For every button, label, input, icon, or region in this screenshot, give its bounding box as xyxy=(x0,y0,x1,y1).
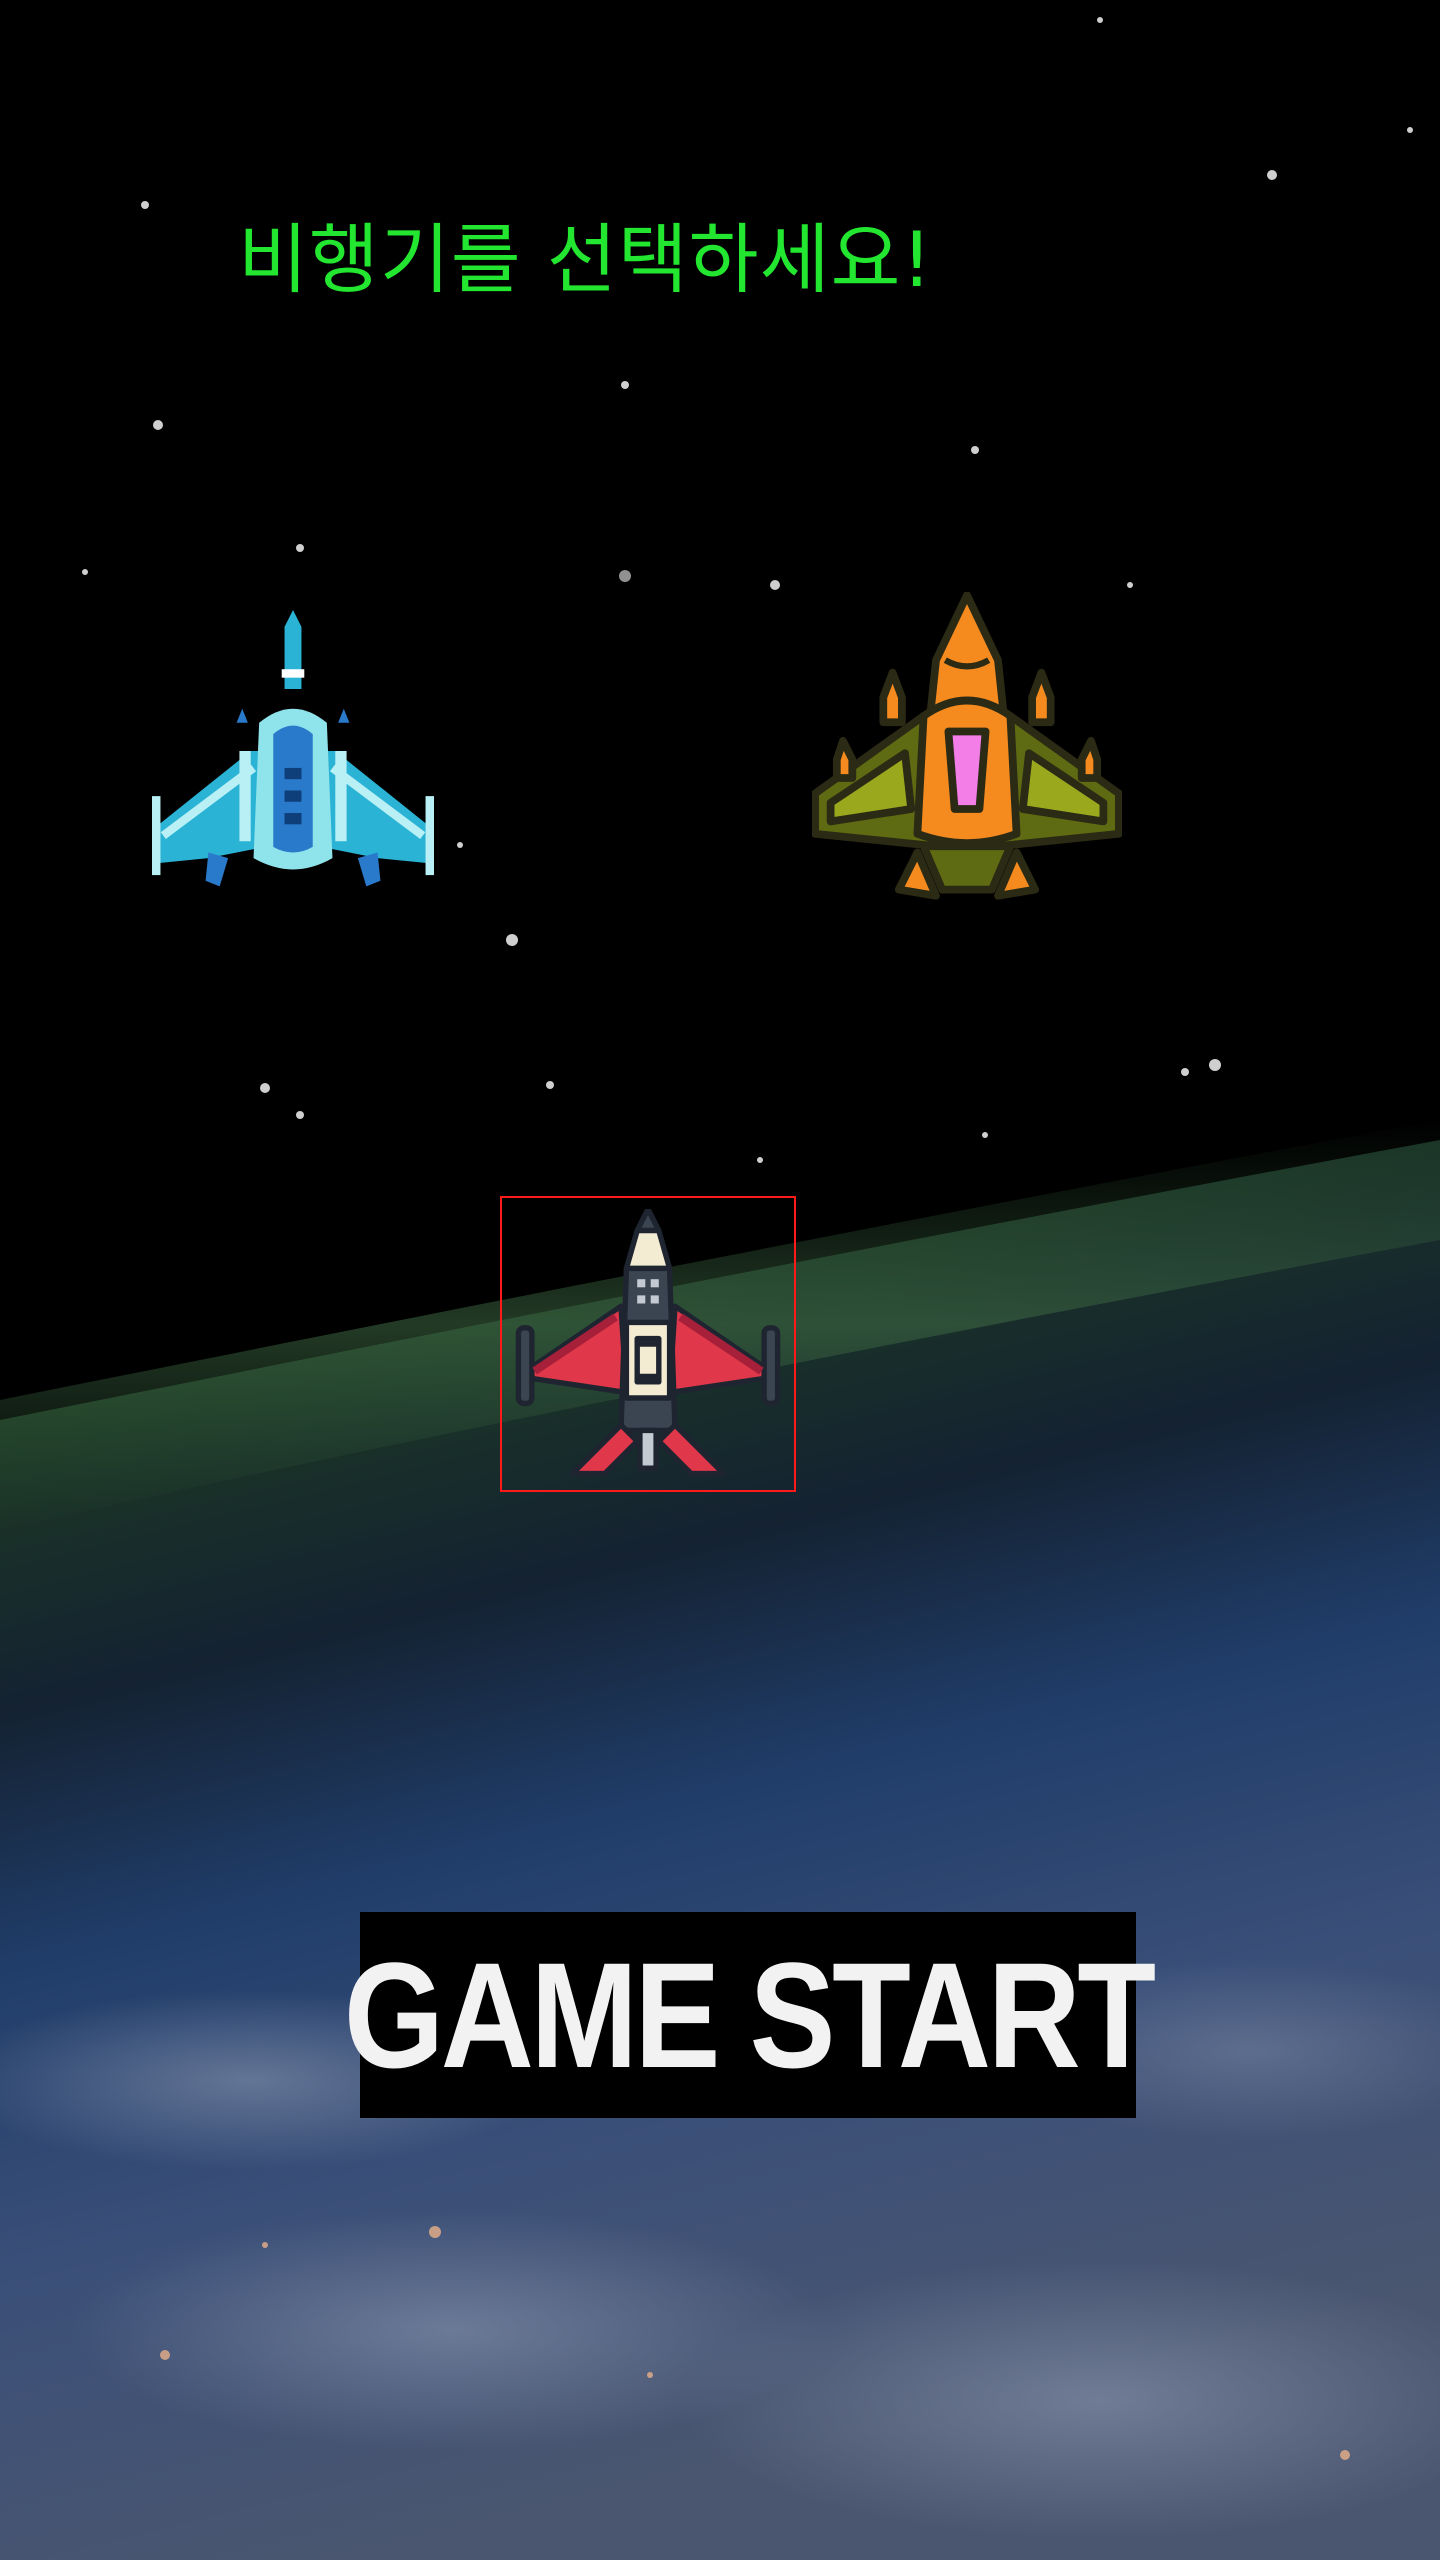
plane-option-red-selected[interactable] xyxy=(500,1196,796,1492)
game-start-label: GAME START xyxy=(343,1931,1156,2099)
plane-option-blue[interactable] xyxy=(152,610,434,892)
select-plane-title: 비행기를 선택하세요! xyxy=(238,215,933,304)
blue-fighter-jet-icon xyxy=(152,610,434,887)
red-fighter-jet-icon xyxy=(515,1209,781,1477)
plane-option-orange[interactable] xyxy=(812,592,1122,902)
orange-fighter-jet-icon xyxy=(812,592,1122,900)
game-start-button[interactable]: GAME START xyxy=(344,1912,1156,2118)
